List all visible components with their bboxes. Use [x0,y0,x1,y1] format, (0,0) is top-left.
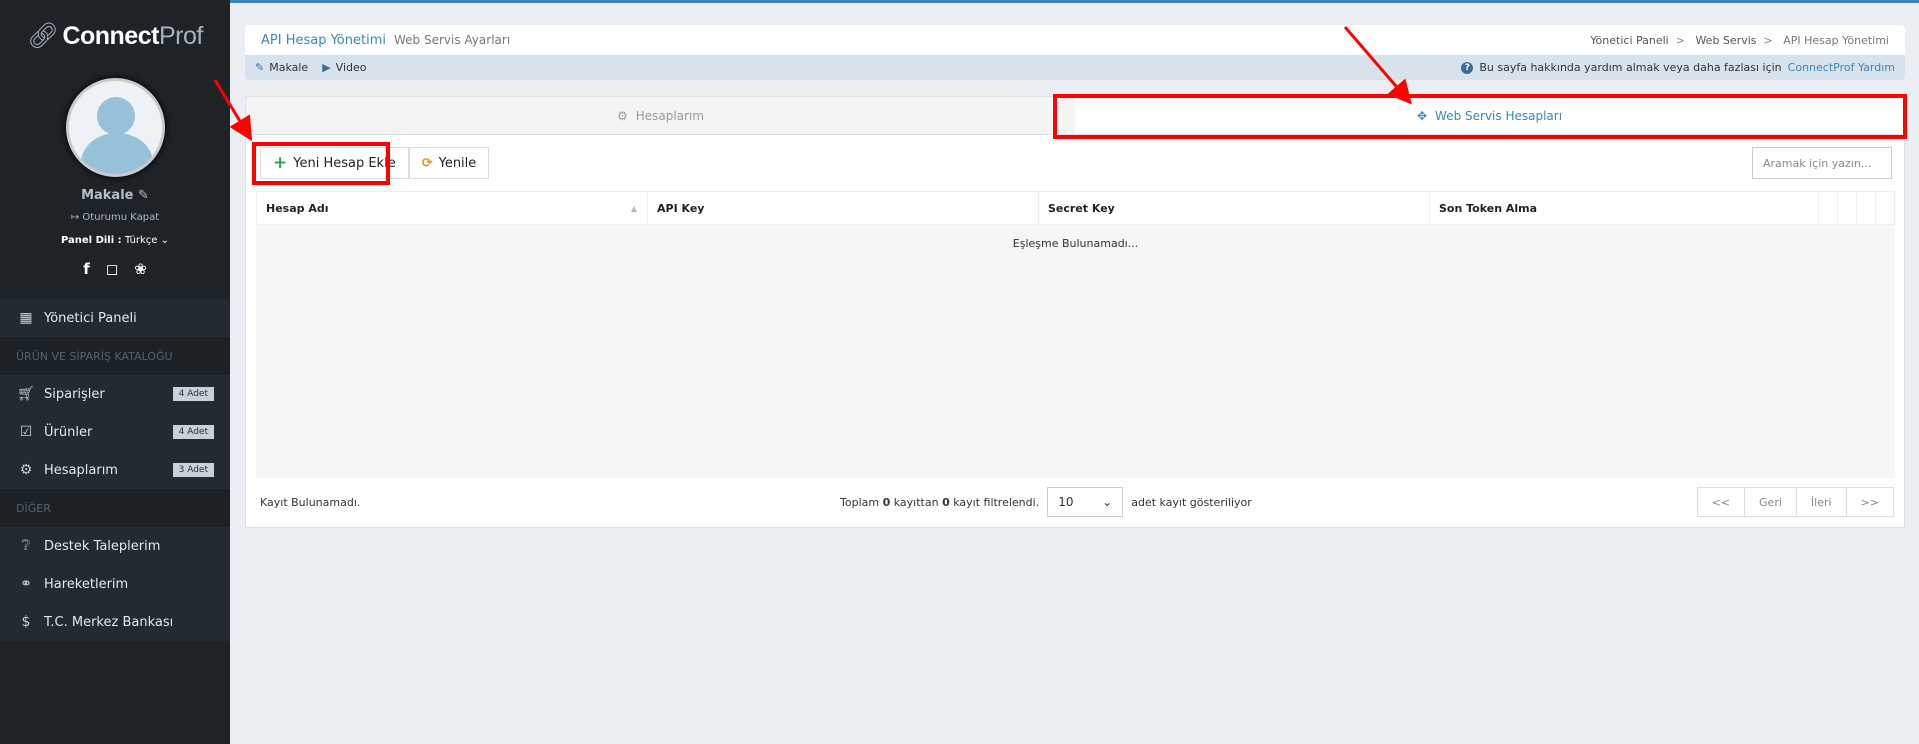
dashboard-icon: ▦ [19,310,33,326]
table-header: Hesap Adı ▲ API Key Secret Key Son Token … [256,191,1895,225]
count-badge: 4 Adet [172,387,214,401]
edit-icon[interactable]: ✎ [138,188,149,203]
page-subtitle: Web Servis Ayarları [394,33,511,47]
accounts-panel: ⚙ Hesaplarım ✥ Web Servis Hesapları + Yeni … [245,96,1905,528]
count-badge: 4 Adet [172,425,214,439]
refresh-icon: ⟳ [421,155,433,171]
last-page-button[interactable]: >> [1845,487,1894,517]
count-badge: 3 Adet [172,463,214,477]
video-link[interactable]: ▶ Video [322,61,366,74]
sidebar-menu: ▦ Yönetici Paneli ÜRÜN VE SİPARİŞ KATALOĞ… [0,299,230,641]
empty-message: Eşleşme Bulunamadı... [256,225,1895,478]
language-select[interactable]: Panel Dili : Türkçe ⌄ [0,235,230,246]
page-header: API Hesap Yönetimi Web Servis Ayarları Y… [245,25,1905,55]
add-account-button[interactable]: + Yeni Hesap Ekle [260,147,409,179]
logout-link[interactable]: ↦ Oturumu Kapat [0,212,230,223]
help-bar: ✎ Makale ▶ Video ? Bu sayfa hakkında yardım… [245,55,1905,80]
refresh-button[interactable]: ⟳ Yenile [408,147,490,179]
sidebar-item-orders[interactable]: 🛒︎ Siparişler 4 Adet [0,375,230,413]
currency-exchange-icon: $ [21,614,31,630]
page-size-select[interactable]: 10 ⌄ [1047,487,1124,517]
breadcrumb-item[interactable]: Yönetici Paneli [1590,34,1668,47]
move-arrows-icon: ✥ [1416,108,1428,123]
clipboard-check-icon: ☑ [19,424,33,440]
record-status: Kayıt Bulunamadı. [260,495,361,509]
instagram-icon[interactable]: ◻ [106,260,118,278]
user-gear-icon: ⚙ [616,108,628,123]
facebook-icon[interactable]: f [83,260,90,278]
accounts-table: Hesap Adı ▲ API Key Secret Key Son Token … [256,191,1895,478]
social-links: f ◻ ❀ [0,260,230,278]
sidebar-item-dashboard[interactable]: ▦ Yönetici Paneli [0,299,230,337]
youtube-icon: ▶ [322,61,331,74]
plus-icon: + [273,153,288,173]
section-header: DİĞER [0,489,230,527]
table-footer: Kayıt Bulunamadı. Toplam 0 kayıttan 0 ka… [260,487,1894,517]
top-accent-line [230,0,1919,3]
column-header [1857,192,1877,224]
chevron-down-icon: ⌄ [1102,495,1113,509]
activity-icon: ⚭ [20,576,32,592]
breadcrumb-current: API Hesap Yönetimi [1783,33,1889,47]
sidebar: 🔗︎ ConnectProf Makale ✎ ↦ Oturumu Kapat P… [0,0,230,744]
next-page-button[interactable]: İleri [1795,487,1847,517]
tabs: ⚙ Hesaplarım ✥ Web Servis Hesapları [246,97,1904,135]
breadcrumb-item[interactable]: Web Servis [1695,34,1756,47]
sidebar-item-activity[interactable]: ⚭ Hareketlerim [0,565,230,603]
user-gear-icon: ⚙ [19,462,33,478]
chevron-down-icon: ⌄ [160,235,170,246]
sidebar-item-central-bank[interactable]: $ T.C. Merkez Bankası [0,603,230,641]
column-header[interactable]: Son Token Alma [1430,192,1820,224]
column-header [1819,192,1839,224]
sidebar-item-support[interactable]: ❔︎ Destek Taleplerim [0,527,230,565]
article-link[interactable]: ✎ Makale [255,61,308,74]
column-header[interactable]: API Key [648,192,1039,224]
prev-page-button[interactable]: Geri [1744,487,1797,517]
chain-icon: 🔗︎ [27,22,59,50]
logo[interactable]: 🔗︎ ConnectProf [0,22,230,51]
page-title: API Hesap Yönetimi [261,32,386,48]
avatar[interactable] [66,78,165,177]
twitter-icon[interactable]: ❀ [134,260,147,278]
tab-accounts[interactable]: ⚙ Hesaplarım [246,97,1075,134]
column-header[interactable]: Secret Key [1039,192,1430,224]
section-header: ÜRÜN VE SİPARİŞ KATALOĞU [0,337,230,375]
question-circle-icon: ❔︎ [21,538,31,554]
column-header[interactable]: Hesap Adı ▲ [257,192,648,224]
logout-icon: ↦ [70,212,80,223]
user-name[interactable]: Makale ✎ [0,188,230,203]
column-header [1876,192,1894,224]
sort-icon: ▲ [630,203,637,213]
pencil-icon: ✎ [255,61,265,74]
sidebar-item-products[interactable]: ☑ Ürünler 4 Adet [0,413,230,451]
column-header [1838,192,1858,224]
pagination: << Geri İleri >> [1696,487,1894,517]
breadcrumb: Yönetici Paneli > Web Servis > API Hesap Y… [1590,33,1889,47]
question-icon: ? [1461,61,1474,74]
cart-icon: 🛒︎ [17,386,35,402]
tab-web-service-accounts[interactable]: ✥ Web Servis Hesapları [1075,97,1904,134]
first-page-button[interactable]: << [1696,487,1746,517]
help-link[interactable]: ConnectProf Yardım [1788,61,1895,74]
search-input[interactable] [1752,147,1892,179]
sidebar-item-accounts[interactable]: ⚙ Hesaplarım 3 Adet [0,451,230,489]
